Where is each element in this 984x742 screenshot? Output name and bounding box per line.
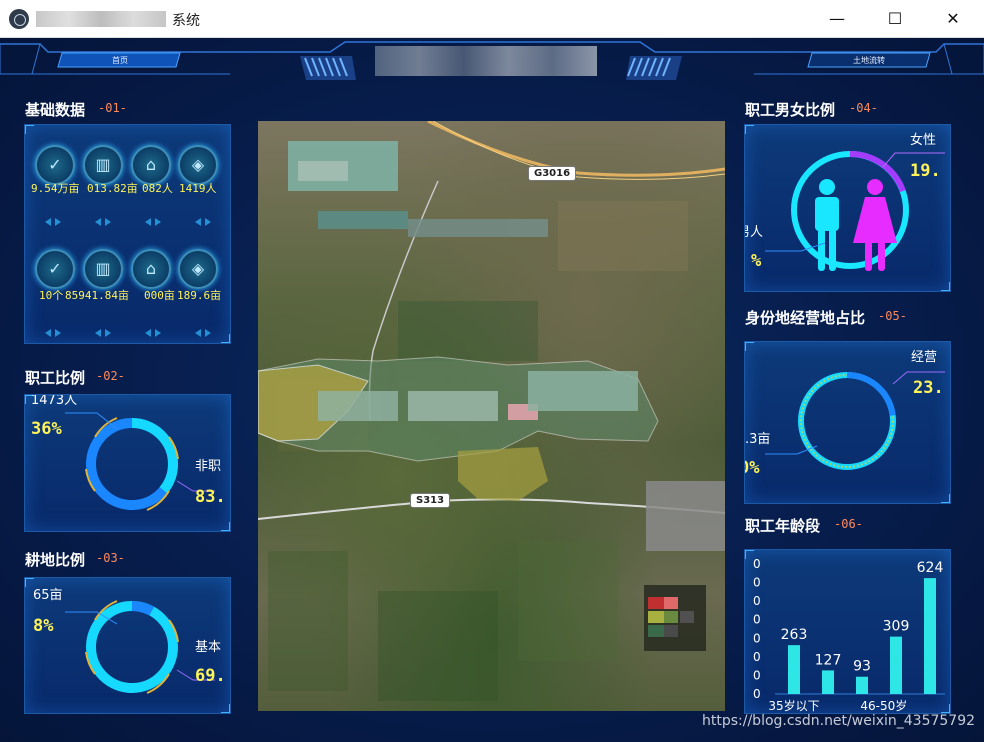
y-tick-label: 0 xyxy=(753,576,761,590)
x-tick-label: 35岁以下 xyxy=(768,698,819,713)
stat-value: 082人 xyxy=(142,182,173,195)
app-icon xyxy=(9,9,29,29)
identity-right-value: 23. xyxy=(913,378,944,398)
shield-icon: ◈ xyxy=(178,145,218,185)
header-title-redacted xyxy=(375,46,597,76)
section-code-staff-ratio: -02- xyxy=(96,369,125,383)
identity-left-value: 0% xyxy=(745,458,760,478)
farmland-right-label: 基本 xyxy=(195,640,222,655)
stat-value: 85941.84亩 xyxy=(65,289,129,302)
satellite-map[interactable]: G3016 S313 xyxy=(258,121,725,711)
farmland-ratio-panel: 65亩 8% 基本 69. xyxy=(24,577,231,714)
staff-right-value: 83. xyxy=(195,487,226,507)
gender-male-value: % xyxy=(751,251,762,271)
gender-female-value: 19. xyxy=(910,161,941,181)
stat-value: 1419人 xyxy=(179,182,217,195)
stat-value: 189.6亩 xyxy=(177,289,222,302)
leader-lines xyxy=(765,152,945,252)
nav-tab-land-transfer[interactable]: 土地流转 xyxy=(810,54,928,68)
bar-value-label: 309 xyxy=(883,619,910,635)
y-tick-label: 0 xyxy=(753,668,761,682)
window-titlebar: 系统 — ☐ ✕ xyxy=(0,0,984,38)
leaf-icon: ✓ xyxy=(35,145,75,185)
staff-ratio-panel: 1473人 36% 非职 83. xyxy=(24,394,231,532)
road-label-g3016: G3016 xyxy=(528,166,577,181)
staff-right-label: 非职 xyxy=(195,459,222,474)
y-tick-label: 0 xyxy=(753,594,761,608)
bar-value-label: 93 xyxy=(853,659,871,675)
identity-right-label: 经营 xyxy=(911,350,938,365)
y-tick-label: 0 xyxy=(753,557,761,571)
house-icon: ⌂ xyxy=(131,249,171,289)
dashboard: 首页 土地流转 基础数据 -01- ✓ ▥ ⌂ ◈ 9.54万亩 013.82亩… xyxy=(0,38,984,742)
shield-icon: ◈ xyxy=(178,249,218,289)
section-code-basic: -01- xyxy=(98,101,127,115)
leader-lines xyxy=(65,611,215,681)
section-title-identity-ratio: 身份地经营地占比 xyxy=(745,309,866,327)
house-icon: ⌂ xyxy=(131,145,171,185)
age-bar[interactable] xyxy=(822,670,834,694)
map-overlay xyxy=(258,121,725,701)
nav-tab-home[interactable]: 首页 xyxy=(62,54,178,68)
identity-left-label: .3亩 xyxy=(745,432,771,447)
section-title-basic: 基础数据 xyxy=(25,101,86,119)
divider-arrows xyxy=(45,218,211,226)
stat-value: 9.54万亩 xyxy=(31,182,80,195)
age-bar[interactable] xyxy=(788,645,800,694)
farmland-right-value: 69. xyxy=(195,666,226,686)
title-redacted xyxy=(36,11,166,27)
bar-value-label: 263 xyxy=(781,627,808,643)
close-button[interactable]: ✕ xyxy=(924,0,982,38)
y-tick-label: 0 xyxy=(753,613,761,627)
map-legend xyxy=(644,585,706,651)
section-code-farmland-ratio: -03- xyxy=(96,551,125,565)
age-bar[interactable] xyxy=(856,676,868,694)
gender-male-label: 男人 xyxy=(745,225,764,240)
gender-ratio-panel: 女性 19. 男人 % xyxy=(744,124,951,292)
leaf-icon: ✓ xyxy=(35,249,75,289)
minimize-button[interactable]: — xyxy=(808,0,866,38)
section-title-farmland-ratio: 耕地比例 xyxy=(25,551,86,569)
age-bar[interactable] xyxy=(890,636,902,694)
bar-value-label: 127 xyxy=(815,652,842,668)
identity-ratio-panel: 经营 23. .3亩 0% xyxy=(744,341,951,504)
window-title: 系统 xyxy=(172,13,200,29)
maximize-button[interactable]: ☐ xyxy=(866,0,924,38)
age-bar[interactable] xyxy=(924,578,936,694)
stat-value: 10个 xyxy=(39,289,64,302)
watermark: https://blog.csdn.net/weixin_43575792 xyxy=(702,713,976,729)
bar-chart-icon: ▥ xyxy=(83,145,123,185)
staff-top-label: 1473人 xyxy=(31,394,78,408)
x-tick-label: 46-50岁 xyxy=(860,698,907,713)
divider-arrows xyxy=(45,329,211,337)
leader-lines xyxy=(65,412,215,492)
stat-value: 013.82亩 xyxy=(87,182,138,195)
section-title-age-groups: 职工年龄段 xyxy=(745,517,821,535)
bar-chart-icon: ▥ xyxy=(83,249,123,289)
y-tick-label: 0 xyxy=(753,687,761,701)
section-code-gender-ratio: -04- xyxy=(849,101,878,115)
y-tick-label: 0 xyxy=(753,631,761,645)
age-chart-panel: 0 0 0 0 0 0 0 0 263 127 93 309 624 35岁以下 46-50岁 xyxy=(744,549,951,714)
section-title-gender-ratio: 职工男女比例 xyxy=(745,101,836,119)
gender-female-label: 女性 xyxy=(910,133,937,148)
bar-value-label: 624 xyxy=(917,560,944,576)
basic-data-panel: ✓ ▥ ⌂ ◈ 9.54万亩 013.82亩 082人 1419人 ✓ ▥ ⌂ … xyxy=(24,124,231,344)
farmland-left-percent: 8% xyxy=(33,616,54,636)
section-code-identity-ratio: -05- xyxy=(878,309,907,323)
section-code-age-groups: -06- xyxy=(834,517,863,531)
section-title-staff-ratio: 职工比例 xyxy=(25,369,86,387)
stat-value: 000亩 xyxy=(144,289,175,302)
road-label-s313: S313 xyxy=(410,493,451,508)
age-bar-chart: 0 0 0 0 0 0 0 0 263 127 93 309 624 35岁以下 46-50岁 xyxy=(753,557,945,713)
staff-left-percent: 36% xyxy=(31,419,62,439)
y-tick-label: 0 xyxy=(753,650,761,664)
farmland-top-label: 65亩 xyxy=(33,588,63,603)
